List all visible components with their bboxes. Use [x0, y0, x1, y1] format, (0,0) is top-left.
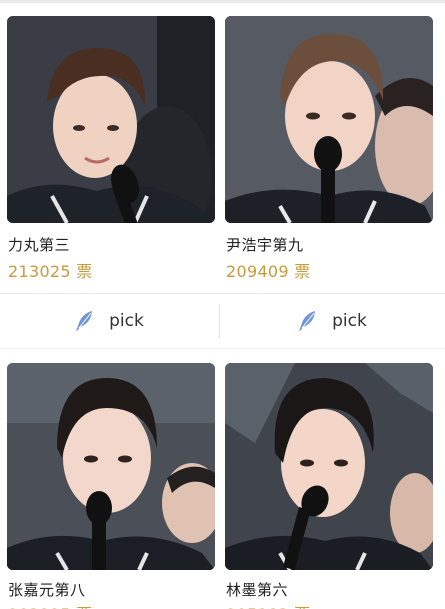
pick-row: pick pick — [0, 293, 445, 349]
vote-count: 209409 票 — [226, 262, 311, 281]
contestant-photo[interactable] — [225, 16, 433, 223]
vote-count: 203225 票 — [8, 601, 93, 609]
photo-illustration — [7, 16, 215, 223]
contestant-name: 力丸第三 — [8, 236, 71, 254]
vote-count: 205183 票 — [226, 601, 311, 609]
pick-button-1[interactable]: pick — [0, 294, 219, 348]
feather-icon — [299, 311, 316, 331]
photo-illustration — [7, 363, 215, 570]
pick-label: pick — [332, 311, 367, 331]
contestant-name: 林墨第六 — [226, 581, 289, 599]
pick-page: 力丸第三 213025 票 尹浩宇第九 209409 票 pick pick 张… — [0, 0, 445, 609]
vote-count: 213025 票 — [8, 262, 93, 281]
feather-icon — [76, 311, 93, 331]
contestant-name: 张嘉元第八 — [8, 581, 86, 599]
top-divider — [0, 0, 445, 3]
photo-illustration — [225, 363, 433, 570]
pick-label: pick — [109, 311, 144, 331]
contestant-photo[interactable] — [7, 363, 215, 570]
contestant-photo[interactable] — [225, 363, 433, 570]
photo-illustration — [225, 16, 433, 223]
contestant-name: 尹浩宇第九 — [226, 236, 304, 254]
pick-button-2[interactable]: pick — [220, 294, 445, 348]
contestant-photo[interactable] — [7, 16, 215, 223]
